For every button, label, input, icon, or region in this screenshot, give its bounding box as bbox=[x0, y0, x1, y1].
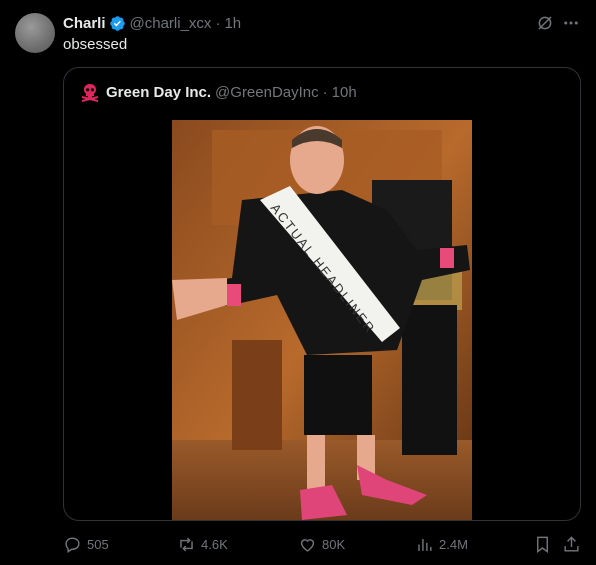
avatar[interactable] bbox=[15, 13, 55, 53]
tweet-timestamp[interactable]: 1h bbox=[224, 15, 241, 32]
quoted-author-handle[interactable]: @GreenDayInc bbox=[215, 84, 319, 101]
share-icon bbox=[564, 535, 579, 552]
share-button[interactable] bbox=[562, 533, 586, 555]
quoted-tweet-header: Green Day Inc. @GreenDayInc · 10h bbox=[80, 82, 357, 102]
tweet-header: Charli @charli_xcx · 1h bbox=[63, 13, 241, 33]
reply-button[interactable]: 505 bbox=[63, 533, 109, 555]
author-handle[interactable]: @charli_xcx bbox=[130, 15, 212, 32]
repost-button[interactable]: 4.6K bbox=[177, 533, 228, 555]
more-options-icon[interactable] bbox=[562, 14, 580, 32]
reply-count: 505 bbox=[87, 536, 109, 552]
bookmark-icon bbox=[537, 536, 548, 553]
quoted-avatar-skull-icon[interactable] bbox=[80, 82, 100, 102]
repost-icon bbox=[180, 537, 193, 551]
separator-dot: · bbox=[215, 14, 221, 32]
like-count: 80K bbox=[322, 536, 346, 552]
verified-badge-icon bbox=[109, 15, 125, 31]
views-count: 2.4M bbox=[439, 536, 468, 552]
tweet-text: obsessed bbox=[63, 36, 128, 53]
analytics-icon bbox=[418, 538, 432, 551]
repost-count: 4.6K bbox=[201, 536, 228, 552]
quoted-author-name[interactable]: Green Day Inc. bbox=[106, 84, 211, 101]
quoted-photo[interactable]: ACTUAL HEADLINER bbox=[172, 120, 472, 520]
heart-icon bbox=[300, 538, 315, 552]
bookmark-button[interactable] bbox=[533, 533, 557, 555]
quoted-tweet[interactable]: Green Day Inc. @GreenDayInc · 10h ACTUAL… bbox=[63, 67, 581, 521]
action-bar: 505 4.6K 80K 2.4M bbox=[63, 533, 583, 555]
grok-icon[interactable] bbox=[536, 14, 554, 32]
reply-icon bbox=[65, 536, 80, 553]
author-name[interactable]: Charli bbox=[63, 15, 106, 32]
quoted-timestamp[interactable]: 10h bbox=[332, 84, 357, 101]
quoted-separator-dot: · bbox=[322, 83, 328, 101]
views-button[interactable]: 2.4M bbox=[415, 533, 468, 555]
like-button[interactable]: 80K bbox=[298, 533, 345, 555]
